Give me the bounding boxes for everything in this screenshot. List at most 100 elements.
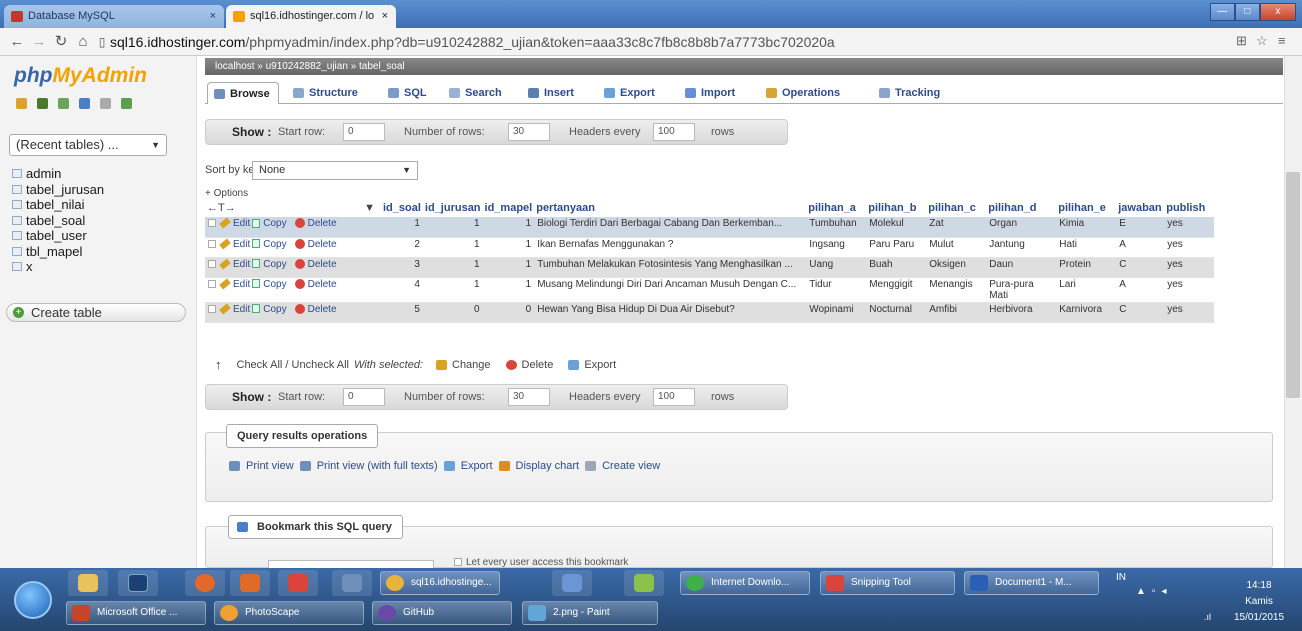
cell-pilihan-b[interactable]: Menggigit	[866, 277, 927, 303]
cell-pilihan-e[interactable]: Kimia	[1056, 217, 1117, 238]
url-field[interactable]: sql16.idhostinger.com/phpmyadmin/index.p…	[110, 32, 1210, 52]
cell-pertanyaan[interactable]: Ikan Bernafas Menggunakan ?	[534, 237, 807, 258]
column-header-id-soal[interactable]: id_soal	[381, 199, 423, 217]
bookmark-label-input[interactable]	[268, 560, 434, 568]
language-indicator[interactable]: IN	[1116, 572, 1126, 583]
cell-id-soal[interactable]: 2	[381, 237, 423, 258]
delete-link[interactable]: Delete	[308, 304, 337, 315]
close-tab-icon[interactable]: ×	[382, 10, 388, 22]
back-arrow-icon[interactable]: ←	[8, 33, 26, 51]
cell-pilihan-a[interactable]: Ingsang	[806, 237, 867, 258]
cell-publish[interactable]: yes	[1164, 302, 1215, 323]
taskbar-microsoft-office[interactable]: Microsoft Office ...	[66, 601, 206, 625]
cell-pertanyaan[interactable]: Hewan Yang Bisa Hidup Di Dua Air Disebut…	[534, 302, 807, 323]
tab-export[interactable]: Export	[598, 82, 663, 104]
forward-arrow-icon[interactable]: →	[30, 33, 48, 51]
table-row[interactable]: Edit Copy Delete 3 1 1 Tumbuhan Melakukan Foto…	[205, 257, 1215, 278]
table-row[interactable]: Edit Copy Delete 1 1 1 Biologi Terdiri Dari Be…	[205, 217, 1215, 238]
print-view-full-link[interactable]: Print view (with full texts)	[317, 460, 438, 472]
taskbar-snipping-tool[interactable]: Snipping Tool	[820, 571, 955, 595]
cell-publish[interactable]: yes	[1164, 277, 1215, 303]
browser-tab-phpmyadmin[interactable]: sql16.idhostinger.com / lo ×	[226, 5, 396, 28]
cell-jawaban[interactable]: A	[1116, 277, 1165, 303]
cell-publish[interactable]: yes	[1164, 257, 1215, 278]
logout-icon[interactable]	[37, 98, 48, 109]
cell-id-mapel[interactable]: 1	[482, 277, 535, 303]
cell-pilihan-b[interactable]: Nocturnal	[866, 302, 927, 323]
sort-arrows[interactable]: ←T→ ▼	[205, 199, 381, 217]
tab-import[interactable]: Import	[679, 82, 743, 104]
edit-link[interactable]: Edit	[233, 239, 250, 250]
table-row[interactable]: Edit Copy Delete 2 1 1 Ikan Bernafas Menggunak…	[205, 237, 1215, 258]
edit-link[interactable]: Edit	[233, 259, 250, 270]
cell-id-jurusan[interactable]: 0	[422, 302, 483, 323]
cell-id-mapel[interactable]: 1	[482, 237, 535, 258]
tab-sql[interactable]: SQL	[382, 82, 435, 104]
browser-tab-database-mysql[interactable]: Database MySQL ×	[4, 5, 224, 28]
export-link[interactable]: Export	[461, 460, 493, 472]
table-row[interactable]: Edit Copy Delete 4 1 1 Musang Melindungi Diri …	[205, 277, 1215, 303]
cell-pilihan-e[interactable]: Protein	[1056, 257, 1117, 278]
delete-link[interactable]: Delete	[308, 259, 337, 270]
home-icon[interactable]	[16, 98, 27, 109]
column-header-id-jurusan[interactable]: id_jurusan	[422, 199, 483, 217]
cell-publish[interactable]: yes	[1164, 217, 1215, 238]
cell-pilihan-d[interactable]: Daun	[986, 257, 1057, 278]
cell-pilihan-d[interactable]: Herbivora	[986, 302, 1057, 323]
cell-id-jurusan[interactable]: 1	[422, 277, 483, 303]
cell-id-jurusan[interactable]: 1	[422, 237, 483, 258]
cell-pilihan-b[interactable]: Paru Paru	[866, 237, 927, 258]
reload-icon[interactable]: ↻	[52, 33, 70, 51]
delete-link[interactable]: Delete	[308, 218, 337, 229]
taskbar-chrome[interactable]: sql16.idhostinge...	[380, 571, 500, 595]
cell-id-jurusan[interactable]: 1	[422, 257, 483, 278]
recent-tables-select[interactable]: (Recent tables) ... ▼	[9, 134, 167, 156]
column-header-pilihan-a[interactable]: pilihan_a	[806, 199, 867, 217]
copy-link[interactable]: Copy	[263, 239, 286, 250]
row-checkbox[interactable]	[208, 259, 216, 268]
breadcrumb-database[interactable]: u910242882_ujian	[266, 61, 348, 72]
delete-link[interactable]: Delete	[308, 239, 337, 250]
reload-nav-icon[interactable]	[121, 98, 132, 109]
row-checkbox[interactable]	[208, 219, 216, 228]
sidebar-item-tabel-nilai[interactable]: tabel_nilai	[12, 197, 104, 213]
copy-link[interactable]: Copy	[263, 218, 286, 229]
edit-link[interactable]: Edit	[233, 304, 250, 315]
cell-jawaban[interactable]: A	[1116, 237, 1165, 258]
taskbar-app2[interactable]	[552, 570, 592, 596]
cell-pilihan-e[interactable]: Lari	[1056, 277, 1117, 303]
sidebar-item-tbl-mapel[interactable]: tbl_mapel	[12, 244, 104, 260]
cell-publish[interactable]: yes	[1164, 237, 1215, 258]
taskbar-internet-download[interactable]: Internet Downlo...	[680, 571, 810, 595]
row-checkbox[interactable]	[208, 279, 216, 288]
sidebar-item-admin[interactable]: admin	[12, 166, 104, 182]
column-header-pilihan-d[interactable]: pilihan_d	[986, 199, 1057, 217]
taskbar-app3[interactable]	[624, 570, 664, 596]
edit-link[interactable]: Edit	[233, 279, 250, 290]
tab-browse[interactable]: Browse	[207, 82, 279, 104]
close-window-button[interactable]: x	[1259, 3, 1296, 21]
cell-id-jurusan[interactable]: 1	[422, 217, 483, 238]
cell-id-soal[interactable]: 5	[381, 302, 423, 323]
row-checkbox[interactable]	[208, 304, 216, 313]
num-rows-input[interactable]: 30	[508, 123, 550, 141]
tab-tracking[interactable]: Tracking	[873, 82, 948, 104]
sidebar-item-tabel-user[interactable]: tabel_user	[12, 228, 104, 244]
column-header-jawaban[interactable]: jawaban	[1116, 199, 1165, 217]
system-clock[interactable]: 14:18 Kamis 15/01/2015	[1222, 578, 1296, 626]
taskbar-document1[interactable]: Document1 - M...	[964, 571, 1099, 595]
cell-pertanyaan[interactable]: Tumbuhan Melakukan Fotosintesis Yang Men…	[534, 257, 807, 278]
cell-pertanyaan[interactable]: Musang Melindungi Diri Dari Ancaman Musu…	[534, 277, 807, 303]
cell-id-soal[interactable]: 4	[381, 277, 423, 303]
bookmark-public-checkbox[interactable]: Let every user access this bookmark	[454, 557, 628, 568]
column-header-pilihan-e[interactable]: pilihan_e	[1056, 199, 1117, 217]
cell-pilihan-d[interactable]: Organ	[986, 217, 1057, 238]
tray-icons[interactable]: ▲▫◂	[1136, 586, 1172, 597]
maximize-button[interactable]: □	[1234, 3, 1260, 21]
taskbar-network[interactable]	[332, 570, 372, 596]
taskbar-app[interactable]	[278, 570, 318, 596]
copy-link[interactable]: Copy	[263, 279, 286, 290]
taskbar-media[interactable]	[230, 570, 270, 596]
tab-insert[interactable]: Insert	[522, 82, 582, 104]
scrollbar-thumb[interactable]	[1286, 172, 1300, 398]
